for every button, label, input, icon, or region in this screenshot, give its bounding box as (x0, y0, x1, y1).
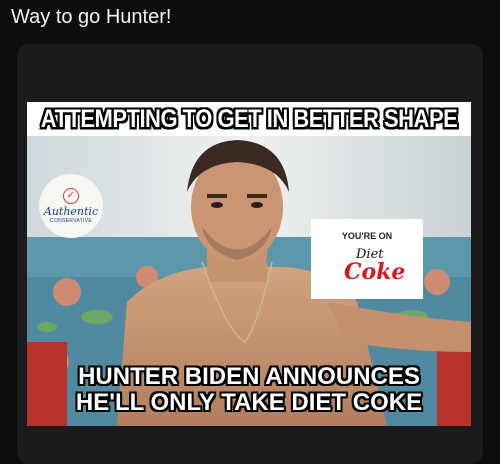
bottom-caption-line2: HE'LL ONLY TAKE DIET COKE (75, 389, 423, 416)
diet-coke-inset: YOU'RE ON Diet Coke (311, 219, 423, 299)
inset-label: YOU'RE ON (341, 231, 393, 241)
meme-image[interactable]: ATTEMPTING TO GET IN BETTER SHAPE ✓ Auth… (27, 102, 471, 426)
post-card[interactable]: ATTEMPTING TO GET IN BETTER SHAPE ✓ Auth… (17, 44, 483, 464)
check-icon: ✓ (63, 187, 79, 204)
logo-sub: CONSERVATIVE (50, 217, 92, 224)
top-caption-bar: ATTEMPTING TO GET IN BETTER SHAPE (27, 102, 471, 136)
logo-name: Authentic (43, 204, 99, 218)
post-text: Way to go Hunter! (11, 6, 172, 28)
coke-text: Coke (344, 259, 406, 285)
bottom-caption: HUNTER BIDEN ANNOUNCES HE'LL ONLY TAKE D… (27, 364, 471, 416)
diet-coke-logo: Diet Coke (338, 245, 405, 289)
top-caption: ATTEMPTING TO GET IN BETTER SHAPE (40, 104, 458, 133)
bottom-caption-line1: HUNTER BIDEN ANNOUNCES (78, 363, 420, 390)
authentic-conservative-logo: ✓ Authentic CONSERVATIVE (39, 174, 103, 238)
